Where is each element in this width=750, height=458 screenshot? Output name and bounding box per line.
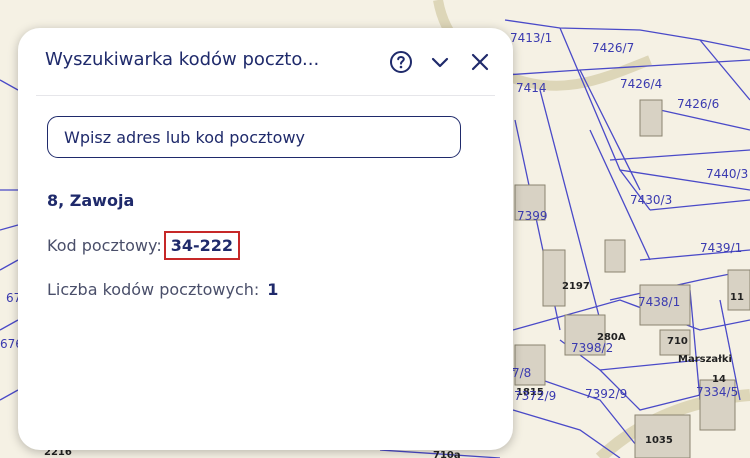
parcel-label: 1035 bbox=[645, 435, 673, 446]
parcel-label: 7439/1 bbox=[700, 241, 742, 255]
parcel-label: 710 bbox=[667, 336, 688, 347]
parcel-label: 7430/3 bbox=[630, 193, 672, 207]
help-icon bbox=[390, 51, 412, 73]
panel-header: Wyszukiwarka kodów poczto... bbox=[18, 28, 513, 96]
parcel-label: 7413/1 bbox=[510, 31, 552, 45]
close-button[interactable] bbox=[468, 50, 492, 74]
parcel-label: 7399 bbox=[517, 209, 548, 223]
help-button[interactable] bbox=[389, 50, 413, 74]
parcel-label: 7/8 bbox=[512, 366, 531, 380]
header-divider bbox=[36, 95, 495, 96]
postal-code-count-row: Liczba kodów pocztowych: 1 bbox=[47, 280, 278, 299]
parcel-label: 7398/2 bbox=[571, 341, 613, 355]
parcel-label: 7440/3 bbox=[706, 167, 748, 181]
parcel-label: 11 bbox=[730, 292, 744, 303]
postal-code-finder-panel: Wyszukiwarka kodów poczto... 8, Zawoja K… bbox=[18, 28, 513, 450]
parcel-label: 14 bbox=[712, 374, 726, 385]
parcel-label: 7392/9 bbox=[585, 387, 627, 401]
result-address: 8, Zawoja bbox=[47, 191, 135, 210]
chevron-down-icon bbox=[431, 57, 449, 68]
parcel-label: 7426/7 bbox=[592, 41, 634, 55]
parcel-label: 7438/1 bbox=[638, 295, 680, 309]
address-search-input[interactable] bbox=[47, 116, 461, 158]
parcel-label: 7372/9 bbox=[514, 389, 556, 403]
parcel-label: 2197 bbox=[562, 281, 590, 292]
parcel-label: 7414 bbox=[516, 81, 547, 95]
parcel-label: 7426/6 bbox=[677, 97, 719, 111]
postal-code-count-label: Liczba kodów pocztowych: bbox=[47, 280, 260, 299]
postal-code-value[interactable]: 34-222 bbox=[163, 231, 241, 260]
close-icon bbox=[471, 53, 489, 71]
panel-title: Wyszukiwarka kodów poczto... bbox=[45, 49, 320, 70]
collapse-button[interactable] bbox=[428, 50, 452, 74]
postal-code-row: Kod pocztowy: 34-222 bbox=[47, 231, 241, 260]
postal-code-count-value: 1 bbox=[267, 280, 279, 299]
postal-code-label: Kod pocztowy: bbox=[47, 236, 162, 255]
parcel-label: 7426/4 bbox=[620, 77, 662, 91]
parcel-label: Marszałki bbox=[678, 354, 732, 365]
parcel-label: 710a bbox=[433, 450, 461, 458]
parcel-label: 7334/5 bbox=[696, 385, 738, 399]
